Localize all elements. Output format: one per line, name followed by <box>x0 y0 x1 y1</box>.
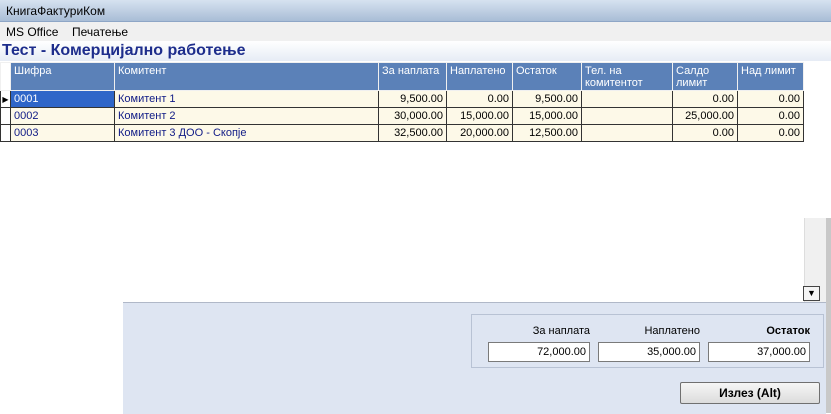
exit-button[interactable]: Излез (Alt) <box>680 382 820 404</box>
grid-header-row: Шифра Комитент За наплата Наплатено Оста… <box>0 62 804 91</box>
menu-bar: MS Office Печатење <box>0 22 831 41</box>
cell-saldo-limit[interactable]: 0.00 <box>672 90 738 108</box>
column-header-tel[interactable]: Тел. на комитентот <box>581 62 673 91</box>
cell-nad-limit[interactable]: 0.00 <box>737 107 804 125</box>
cell-ostatok[interactable]: 15,000.00 <box>512 107 582 125</box>
row-header[interactable] <box>0 107 11 125</box>
cell-naplateno[interactable]: 15,000.00 <box>446 107 513 125</box>
cell-tel[interactable] <box>581 90 673 108</box>
column-header-nad-limit[interactable]: Над лимит <box>737 62 804 91</box>
cell-ostatok[interactable]: 9,500.00 <box>512 90 582 108</box>
column-header-saldo-limit[interactable]: Салдо лимит <box>672 62 738 91</box>
window-right-edge <box>826 218 831 413</box>
table-row[interactable]: 0003 Комитент 3 ДОО - Скопје 32,500.00 2… <box>0 124 804 142</box>
cell-nad-limit[interactable]: 0.00 <box>737 124 804 142</box>
column-header-komitent[interactable]: Комитент <box>114 62 379 91</box>
total-ostatok-label: Остаток <box>766 325 810 337</box>
total-za-naplata-field[interactable]: 72,000.00 <box>488 342 590 362</box>
total-naplateno-field[interactable]: 35,000.00 <box>598 342 700 362</box>
cell-ostatok[interactable]: 12,500.00 <box>512 124 582 142</box>
cell-tel[interactable] <box>581 107 673 125</box>
cell-komitent[interactable]: Комитент 2 <box>114 107 379 125</box>
cell-sifra[interactable]: 0002 <box>10 107 115 125</box>
column-header-za-naplata[interactable]: За наплата <box>378 62 447 91</box>
column-header-ostatok[interactable]: Остаток <box>512 62 582 91</box>
total-ostatok-field[interactable]: 37,000.00 <box>708 342 810 362</box>
totals-panel: За наплата 72,000.00 Наплатено 35,000.00… <box>123 302 826 414</box>
cell-komitent[interactable]: Комитент 1 <box>114 90 379 108</box>
table-row[interactable]: ▶ 0001 Комитент 1 9,500.00 0.00 9,500.00… <box>0 90 804 108</box>
cell-za-naplata[interactable]: 9,500.00 <box>378 90 447 108</box>
form-header: Тест - Комерцијално работење <box>0 41 831 61</box>
column-header-naplateno[interactable]: Наплатено <box>446 62 513 91</box>
cell-sifra[interactable]: 0001 <box>10 90 115 108</box>
cell-nad-limit[interactable]: 0.00 <box>737 90 804 108</box>
window-title: КнигаФактуриКом <box>6 4 106 18</box>
window-titlebar[interactable]: КнигаФактуриКом <box>0 0 831 22</box>
row-pointer-icon[interactable]: ▶ <box>0 90 11 108</box>
cell-tel[interactable] <box>581 124 673 142</box>
grid-corner[interactable] <box>0 62 11 91</box>
cell-naplateno[interactable]: 20,000.00 <box>446 124 513 142</box>
total-naplateno-label: Наплатено <box>644 325 700 337</box>
cell-saldo-limit[interactable]: 0.00 <box>672 124 738 142</box>
invoice-grid[interactable]: Шифра Комитент За наплата Наплатено Оста… <box>0 62 804 142</box>
row-header[interactable] <box>0 124 11 142</box>
totals-box: За наплата 72,000.00 Наплатено 35,000.00… <box>471 314 824 368</box>
cell-saldo-limit[interactable]: 25,000.00 <box>672 107 738 125</box>
cell-sifra[interactable]: 0003 <box>10 124 115 142</box>
cell-za-naplata[interactable]: 30,000.00 <box>378 107 447 125</box>
menu-ms-office[interactable]: MS Office <box>4 25 60 39</box>
table-row[interactable]: 0002 Комитент 2 30,000.00 15,000.00 15,0… <box>0 107 804 125</box>
menu-printing[interactable]: Печатење <box>70 25 130 39</box>
page-title: Тест - Комерцијално работење <box>2 42 246 59</box>
column-header-sifra[interactable]: Шифра <box>10 62 115 91</box>
chevron-down-icon[interactable]: ▼ <box>803 286 820 301</box>
total-za-naplata-label: За наплата <box>532 325 590 337</box>
cell-naplateno[interactable]: 0.00 <box>446 90 513 108</box>
cell-za-naplata[interactable]: 32,500.00 <box>378 124 447 142</box>
cell-komitent[interactable]: Комитент 3 ДОО - Скопје <box>114 124 379 142</box>
